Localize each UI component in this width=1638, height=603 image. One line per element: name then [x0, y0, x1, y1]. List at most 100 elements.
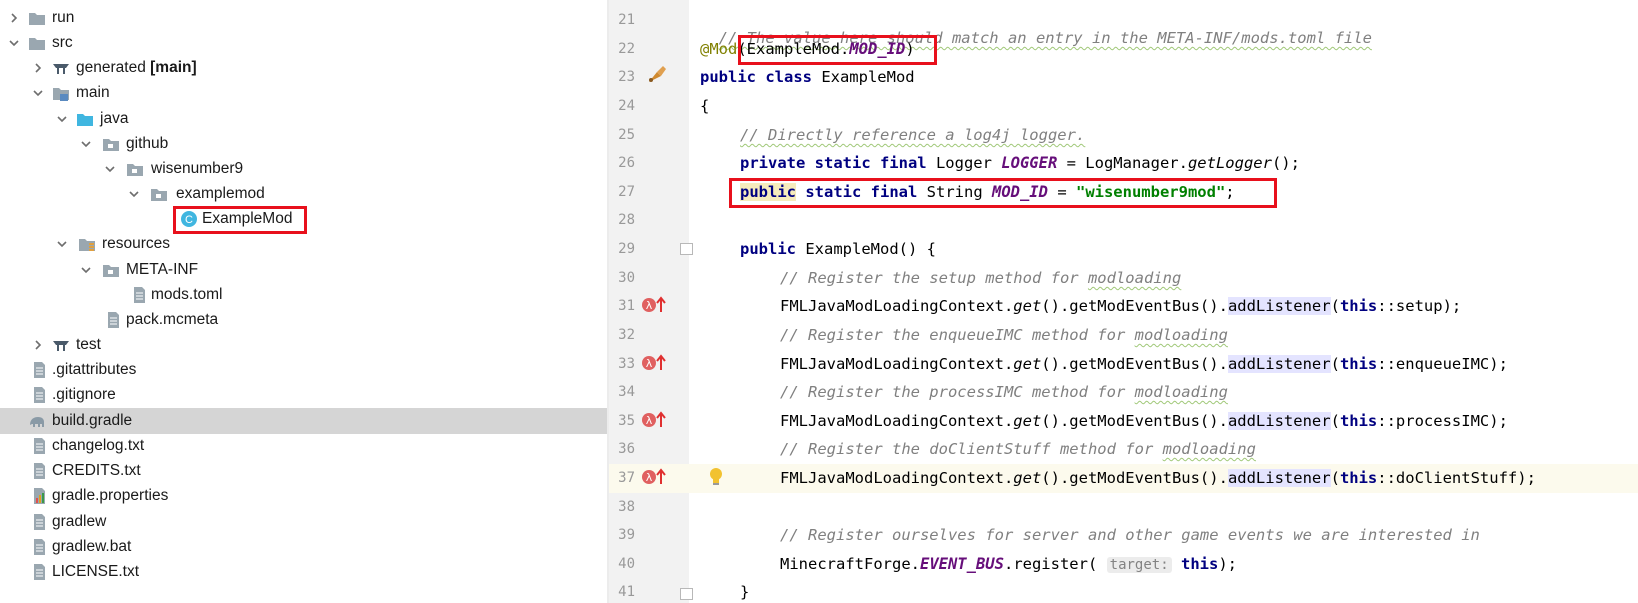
line-number: 30 — [618, 270, 635, 286]
static-method: get — [1013, 297, 1042, 315]
tree-item-label: META-INF — [126, 261, 199, 278]
annotation: @Mod — [700, 40, 738, 58]
keyword: this — [1171, 555, 1219, 573]
tree-item-label: build.gradle — [52, 412, 133, 429]
type-name: Logger — [926, 154, 1002, 172]
static-method: getLogger — [1187, 154, 1272, 172]
line-number: 37 — [618, 470, 635, 486]
tree-item-examplemod-class[interactable]: C ExampleMod — [0, 206, 607, 232]
tree-item-gradlew-bat[interactable]: gradlew.bat — [0, 534, 607, 560]
tree-item-label: test — [76, 336, 101, 353]
chevron-down-icon[interactable] — [56, 238, 68, 250]
tree-item-github[interactable]: github — [0, 131, 607, 157]
tree-item-generated[interactable]: generated [main] — [0, 55, 607, 81]
code-line-40: MinecraftForge.EVENT_BUS.register( targe… — [780, 555, 1237, 573]
text-file-icon — [108, 312, 119, 328]
chevron-down-icon[interactable] — [128, 188, 140, 200]
method-ref: ::setup); — [1377, 297, 1462, 315]
code-comment-typo: modloading — [1162, 440, 1256, 458]
chevron-right-icon[interactable] — [8, 12, 20, 24]
chevron-down-icon[interactable] — [8, 37, 20, 49]
tree-item-label: run — [52, 9, 75, 26]
tree-item-label: generated — [76, 59, 146, 76]
tree-item-gradle-properties[interactable]: gradle.properties — [0, 483, 607, 509]
assign: = LogManager. — [1057, 154, 1188, 172]
tree-item-changelog[interactable]: changelog.txt — [0, 433, 607, 459]
code-line-36: // Register the doClientStuff method for… — [780, 440, 1256, 458]
method-ref: ::processIMC); — [1377, 412, 1508, 430]
parameter-hint: target: — [1106, 557, 1172, 573]
code-line-22: @Mod(ExampleMod.MOD_ID) — [700, 40, 915, 58]
implemented-bean-icon[interactable] — [645, 64, 669, 86]
tree-item-run[interactable]: run — [0, 5, 607, 31]
code-line-41: } — [740, 583, 749, 601]
line-number: 22 — [618, 41, 635, 57]
lightbulb-icon[interactable] — [708, 467, 724, 487]
class-name: ExampleMod — [746, 40, 840, 58]
gradle-elephant-icon — [30, 417, 44, 427]
tree-item-pack-mcmeta[interactable]: pack.mcmeta — [0, 307, 607, 333]
tree-item-gitattributes[interactable]: .gitattributes — [0, 357, 607, 383]
lambda-override-icon[interactable]: λ — [641, 468, 667, 486]
lambda-override-icon[interactable]: λ — [641, 411, 667, 429]
code-comment: // Register ourselves for server and oth… — [780, 526, 1480, 544]
code-comment-typo: modloading — [1087, 269, 1182, 287]
chevron-down-icon[interactable] — [80, 138, 92, 150]
static-method: get — [1013, 355, 1042, 373]
class-name: ExampleMod — [811, 68, 915, 86]
constant: EVENT_BUS — [919, 555, 1004, 573]
code-line-37: FMLJavaModLoadingContext.get().getModEve… — [780, 469, 1536, 487]
tree-item-mods-toml[interactable]: mods.toml — [0, 282, 607, 308]
tree-item-wisenumber9[interactable]: wisenumber9 — [0, 156, 607, 182]
tree-item-gradlew[interactable]: gradlew — [0, 509, 607, 535]
punct: ; — [1225, 183, 1235, 201]
code-line-31: FMLJavaModLoadingContext.get().getModEve… — [780, 297, 1461, 315]
chevron-down-icon[interactable] — [56, 113, 68, 125]
resources-folder-icon — [79, 239, 95, 251]
tree-item-main[interactable]: main — [0, 80, 607, 106]
method-ref: ::doClientStuff); — [1377, 469, 1536, 487]
call-chain: ().getModEventBus(). — [1041, 355, 1228, 373]
svg-text:λ: λ — [646, 357, 653, 370]
call-chain: ().getModEventBus(). — [1041, 297, 1228, 315]
tree-item-examplemod[interactable]: examplemod — [0, 181, 607, 207]
tree-item-license[interactable]: LICENSE.txt — [0, 559, 607, 585]
tree-item-test[interactable]: test — [0, 332, 607, 358]
tree-item-meta-inf[interactable]: META-INF — [0, 257, 607, 283]
code-comment: // Register the doClientStuff method for — [780, 440, 1163, 458]
constructor: ExampleMod() { — [796, 240, 936, 258]
tree-item-credits[interactable]: CREDITS.txt — [0, 458, 607, 484]
folder-icon — [29, 38, 45, 50]
tree-item-build-gradle[interactable]: build.gradle — [0, 408, 607, 434]
tree-item-label: gradle.properties — [52, 487, 169, 504]
brace: { — [700, 97, 710, 115]
tree-item-label: examplemod — [176, 185, 265, 202]
keyword: public — [740, 240, 796, 258]
fold-toggle[interactable] — [680, 243, 693, 255]
line-number: 39 — [618, 527, 635, 543]
line-number: 36 — [618, 441, 635, 457]
tree-item-label: .gitignore — [52, 386, 116, 403]
package-icon — [151, 189, 167, 201]
fold-toggle[interactable] — [680, 588, 693, 600]
lambda-override-icon[interactable]: λ — [641, 296, 667, 314]
text-file-icon — [134, 287, 145, 303]
lambda-override-icon[interactable]: λ — [641, 354, 667, 372]
tree-item-gitignore[interactable]: .gitignore — [0, 382, 607, 408]
chevron-down-icon[interactable] — [32, 87, 44, 99]
package-icon — [127, 164, 143, 176]
chevron-down-icon[interactable] — [104, 163, 116, 175]
chevron-right-icon[interactable] — [32, 62, 44, 74]
keyword: this — [1339, 297, 1378, 315]
text-file-icon — [34, 362, 45, 378]
tree-item-java[interactable]: java — [0, 106, 607, 132]
tree-item-label: main — [76, 84, 110, 101]
punct: (); — [1271, 154, 1300, 172]
properties-file-icon — [34, 488, 45, 504]
tree-item-src[interactable]: src — [0, 30, 607, 56]
tree-item-resources[interactable]: resources — [0, 231, 607, 257]
class-ref: FMLJavaModLoadingContext. — [780, 469, 1014, 487]
tree-item-label: gradlew.bat — [52, 538, 132, 555]
chevron-right-icon[interactable] — [32, 339, 44, 351]
chevron-down-icon[interactable] — [80, 264, 92, 276]
